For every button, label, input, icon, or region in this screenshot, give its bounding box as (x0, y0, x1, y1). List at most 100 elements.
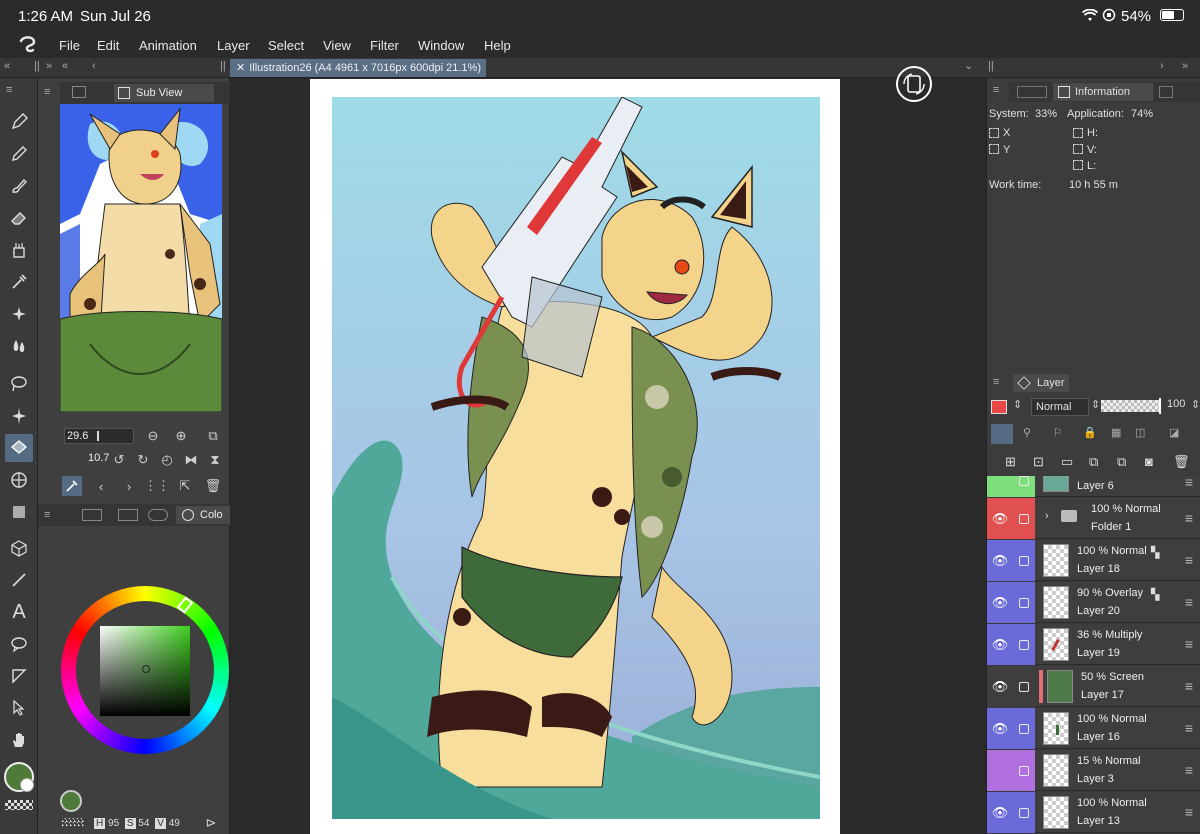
sub-view-preview[interactable] (60, 104, 222, 412)
layer-visibility-icon[interactable]: 👁 (987, 624, 1013, 665)
mask-enable-icon[interactable]: ◫ (1135, 426, 1145, 439)
layer-menu-icon[interactable]: ≡ (1185, 510, 1193, 526)
flip-vertical-button[interactable]: ⧗ (206, 451, 224, 469)
layer-row-layer-20[interactable]: 👁 90 % Overlay Layer 20 ▚ ≡ (987, 582, 1200, 623)
illustration-artwork[interactable] (332, 97, 820, 819)
zoom-out-button[interactable]: ⊖ (144, 427, 162, 445)
lock-transparent-icon[interactable]: ▦ (1111, 426, 1121, 439)
layer-row-layer-6[interactable]: Layer 6 ≡ (987, 476, 1200, 497)
hand-tool-icon[interactable] (5, 726, 33, 754)
menu-file[interactable]: File (59, 38, 80, 53)
layer-row-layer-13[interactable]: 👁 100 % Normal Layer 13 ≡ (987, 792, 1200, 833)
lock-layer-icon[interactable]: 🔒 (1083, 426, 1097, 439)
blend-mode-stepper-icon[interactable]: ⇕ (1091, 398, 1100, 411)
tab-layer[interactable]: Layer (1013, 374, 1069, 392)
draft-layer-icon[interactable]: ⚐ (1053, 426, 1063, 439)
layer-menu-icon[interactable]: ≡ (1185, 678, 1193, 694)
ruler-range-icon[interactable]: ◪ (1169, 426, 1179, 439)
collapse-left-icon[interactable]: « (4, 60, 10, 72)
lasso-tool-icon[interactable] (5, 370, 33, 398)
menu-select[interactable]: Select (268, 38, 304, 53)
expand-right-panel-icon[interactable]: » (1182, 60, 1188, 72)
panel-grip-icon-3[interactable]: || (988, 60, 994, 72)
collapse-subpanel-icon[interactable]: « (62, 60, 68, 72)
app-logo-icon[interactable] (18, 36, 38, 57)
sparkle-tool-icon[interactable] (5, 300, 33, 328)
layer-lock-checkbox[interactable] (1013, 750, 1035, 791)
color-set-tab-icon[interactable] (82, 509, 102, 521)
layer-visibility-icon[interactable] (987, 750, 1013, 791)
combine-layer-icon[interactable]: ⧉ (1117, 454, 1126, 470)
layer-menu-icon[interactable]: ≡ (1185, 476, 1193, 490)
menu-view[interactable]: View (323, 38, 351, 53)
transparent-swatch[interactable] (62, 818, 84, 826)
operation-tool-icon[interactable] (5, 694, 33, 722)
layer-visibility-icon[interactable]: 👁 (987, 708, 1013, 749)
chevron-left-icon[interactable]: ‹ (92, 60, 96, 72)
layer-color-stepper-icon[interactable]: ⇕ (1013, 398, 1022, 411)
menu-layer[interactable]: Layer (217, 38, 250, 53)
current-color-swatch[interactable] (60, 790, 82, 812)
toolbar-menu-icon[interactable]: ≡ (6, 84, 12, 96)
layer-visibility-icon[interactable]: 👁 (987, 540, 1013, 581)
layer-lock-checkbox[interactable] (1013, 540, 1035, 581)
zoom-in-button[interactable]: ⊕ (172, 427, 190, 445)
menu-edit[interactable]: Edit (97, 38, 119, 53)
zoom-slider-thumb[interactable] (97, 431, 99, 441)
saturation-value-square[interactable] (100, 626, 190, 716)
sub-color-swatch[interactable] (20, 778, 34, 792)
frame-tool-icon[interactable] (5, 662, 33, 690)
layer-row-layer-18[interactable]: 👁 100 % Normal Layer 18 ▚ ≡ (987, 540, 1200, 581)
line-tool-icon[interactable] (5, 566, 33, 594)
eyedropper-tool-icon[interactable] (5, 268, 33, 296)
create-mask-icon[interactable]: ◙ (1145, 454, 1153, 469)
fit-view-button[interactable]: ⧉ (204, 427, 222, 445)
intermediate-color-tab-icon[interactable] (118, 509, 138, 521)
approx-color-tab-icon[interactable] (148, 509, 168, 521)
clip-lower-layer-icon[interactable] (991, 424, 1013, 444)
tab-color-wheel[interactable]: Colo (176, 506, 230, 524)
layer-lock-checkbox[interactable] (1013, 792, 1035, 833)
chevron-down-icon[interactable]: ⌄ (964, 59, 973, 72)
layer-menu-icon[interactable]: ≡ (1185, 720, 1193, 736)
pencil-tool-icon[interactable] (5, 140, 33, 168)
tab-information[interactable]: Information (1053, 83, 1153, 101)
layer-lock-checkbox[interactable] (1013, 666, 1035, 707)
layer-visibility-icon[interactable]: 👁 (987, 498, 1013, 539)
layer-row-layer-19[interactable]: 👁 36 % Multiply Layer 19 ≡ (987, 624, 1200, 665)
opacity-stepper-icon[interactable]: ⇕ (1191, 398, 1200, 411)
eyedropper-button[interactable] (62, 476, 82, 496)
next-image-button[interactable]: › (120, 477, 138, 495)
layer-row-layer-17[interactable]: 👁 50 % Screen Layer 17 ≡ (987, 666, 1200, 707)
zoom-field[interactable]: 29.6 (64, 428, 134, 444)
layer-lock-checkbox[interactable] (1013, 624, 1035, 665)
layer-panel-menu-icon[interactable]: ≡ (993, 376, 999, 388)
gradient-tool-icon[interactable] (5, 498, 33, 526)
layer-lock-checkbox[interactable] (1013, 476, 1035, 497)
delete-layer-icon[interactable]: 🗑 (1173, 454, 1190, 470)
layer-visibility-icon[interactable]: 👁 (987, 792, 1013, 833)
menu-filter[interactable]: Filter (370, 38, 399, 53)
menu-help[interactable]: Help (484, 38, 511, 53)
layer-visibility-icon[interactable] (987, 476, 1013, 497)
layer-row-folder-1[interactable]: 👁 › 100 % Normal Folder 1 ≡ (987, 498, 1200, 539)
panel-grip-icon-2[interactable]: || (220, 60, 226, 72)
text-tool-icon[interactable]: A (5, 598, 33, 626)
delete-image-button[interactable]: 🗑 (204, 477, 222, 495)
menu-animation[interactable]: Animation (139, 38, 197, 53)
fill-tool-icon[interactable] (5, 434, 33, 462)
layer-lock-checkbox[interactable] (1013, 498, 1035, 539)
tab-sub-view[interactable]: Sub View (114, 84, 214, 102)
menu-window[interactable]: Window (418, 38, 464, 53)
new-vector-layer-icon[interactable]: ⊡ (1033, 454, 1044, 470)
import-image-button[interactable]: ⇱ (176, 477, 194, 495)
layer-visibility-icon[interactable]: 👁 (987, 582, 1013, 623)
layer-row-layer-16[interactable]: 👁 100 % Normal Layer 16 ≡ (987, 708, 1200, 749)
magic-wand-tool-icon[interactable] (5, 402, 33, 430)
expand-right-icon[interactable]: » (46, 60, 52, 72)
new-raster-layer-icon[interactable]: ⊞ (1005, 454, 1016, 470)
layer-menu-icon[interactable]: ≡ (1185, 804, 1193, 820)
image-grid-button[interactable]: ⋮⋮ (144, 477, 170, 495)
previous-image-button[interactable]: ‹ (92, 477, 110, 495)
chevron-right-icon[interactable]: › (1160, 60, 1164, 72)
